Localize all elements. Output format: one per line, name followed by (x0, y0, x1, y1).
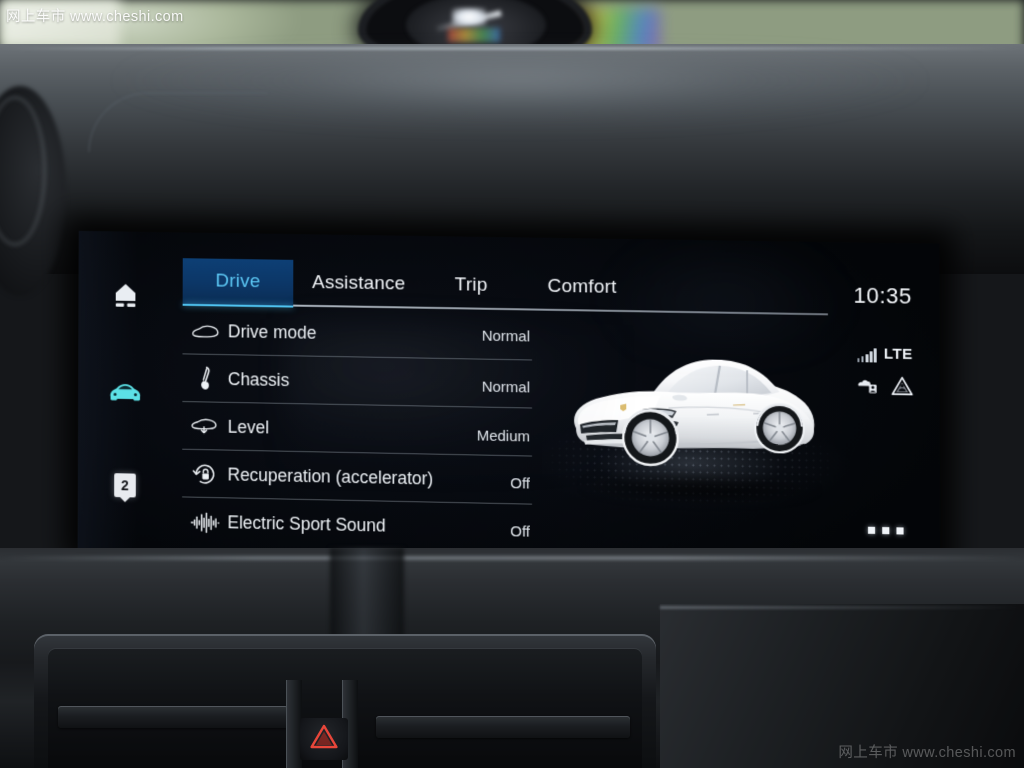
signal-bars-icon (857, 348, 877, 363)
list-item-drive-mode[interactable]: Drive mode Normal (182, 307, 533, 361)
list-item-value: Normal (481, 327, 531, 345)
right-console-panel (660, 604, 1024, 768)
network-status: LTE (836, 345, 934, 364)
list-item-level[interactable]: Level Medium (182, 403, 533, 457)
gear-badge: 2 (114, 473, 136, 498)
status-icon-group (838, 375, 932, 402)
car-side-icon (183, 324, 228, 339)
list-item-value: Normal (481, 378, 531, 396)
hazard-triangle-icon (310, 724, 338, 754)
tab-trip-label: Trip (454, 274, 488, 296)
list-item-label: Electric Sport Sound (227, 512, 386, 536)
list-item-recuperation[interactable]: Recuperation (accelerator) Off (182, 450, 533, 505)
dashboard-seam (88, 92, 268, 152)
overflow-menu-button[interactable] (847, 526, 924, 535)
list-item-label: Chassis (227, 368, 290, 390)
car-icon (108, 380, 143, 407)
right-console-highlight (660, 606, 1024, 609)
infotainment-screen[interactable]: 2 Drive Assistance Trip Comfort Drive mo… (77, 230, 941, 569)
warning-triangle-icon[interactable] (891, 376, 913, 402)
status-column: 10:35 LTE (828, 262, 940, 552)
vehicle-render-stage[interactable] (532, 319, 865, 539)
center-console-column (330, 548, 404, 644)
sound-wave-icon (182, 511, 227, 534)
porsche-taycan-render (574, 358, 815, 488)
lower-dash-highlight (0, 556, 1024, 560)
list-item-label: Recuperation (accelerator) (227, 464, 434, 489)
shock-absorber-icon (182, 365, 227, 392)
dashboard-edge-highlight (0, 47, 1024, 50)
tab-assistance-label: Assistance (312, 272, 406, 295)
dot-2 (881, 526, 889, 535)
vent-blade-right[interactable] (376, 716, 630, 738)
recuperation-icon (182, 461, 227, 488)
rear-wheel (755, 404, 804, 453)
list-item-label: Drive mode (227, 320, 317, 343)
infotainment-screen-bezel: 2 Drive Assistance Trip Comfort Drive mo… (77, 230, 941, 569)
rail-item-home[interactable] (78, 276, 172, 321)
tab-comfort-label: Comfort (547, 275, 617, 298)
network-type-label: LTE (883, 345, 913, 364)
clock: 10:35 (853, 282, 912, 309)
tab-drive-label: Drive (215, 270, 261, 293)
rail-item-vehicle[interactable] (78, 371, 173, 416)
hazard-warning-button[interactable] (300, 718, 348, 760)
list-item-chassis[interactable]: Chassis Normal (182, 355, 533, 409)
tab-trip[interactable]: Trip (432, 262, 510, 309)
cluster-display-glow (448, 28, 500, 42)
tab-comfort[interactable]: Comfort (518, 263, 646, 311)
settings-list: Drive mode Normal Chassis Normal Level M… (182, 307, 533, 552)
list-item-value: Medium (476, 426, 531, 445)
home-icon (113, 283, 139, 315)
dot-3 (895, 527, 904, 535)
cluster-highlight (452, 8, 486, 26)
rail-item-gear-indicator: 2 (78, 463, 173, 509)
list-item-electric-sport-sound[interactable]: Electric Sport Sound Off (182, 498, 532, 552)
list-item-label: Level (227, 416, 270, 437)
dot-1 (867, 526, 875, 534)
car-level-icon (182, 417, 227, 436)
list-item-value: Off (510, 474, 530, 493)
traffic-info-icon[interactable] (856, 376, 878, 400)
vent-blade-left[interactable] (58, 706, 288, 728)
car-interior-photo: 2 Drive Assistance Trip Comfort Drive mo… (0, 0, 1024, 768)
tab-assistance[interactable]: Assistance (293, 260, 424, 308)
tab-drive[interactable]: Drive (182, 258, 294, 306)
sky-left (0, 0, 120, 48)
list-item-value: Off (510, 523, 530, 541)
left-rail: 2 (78, 231, 173, 552)
